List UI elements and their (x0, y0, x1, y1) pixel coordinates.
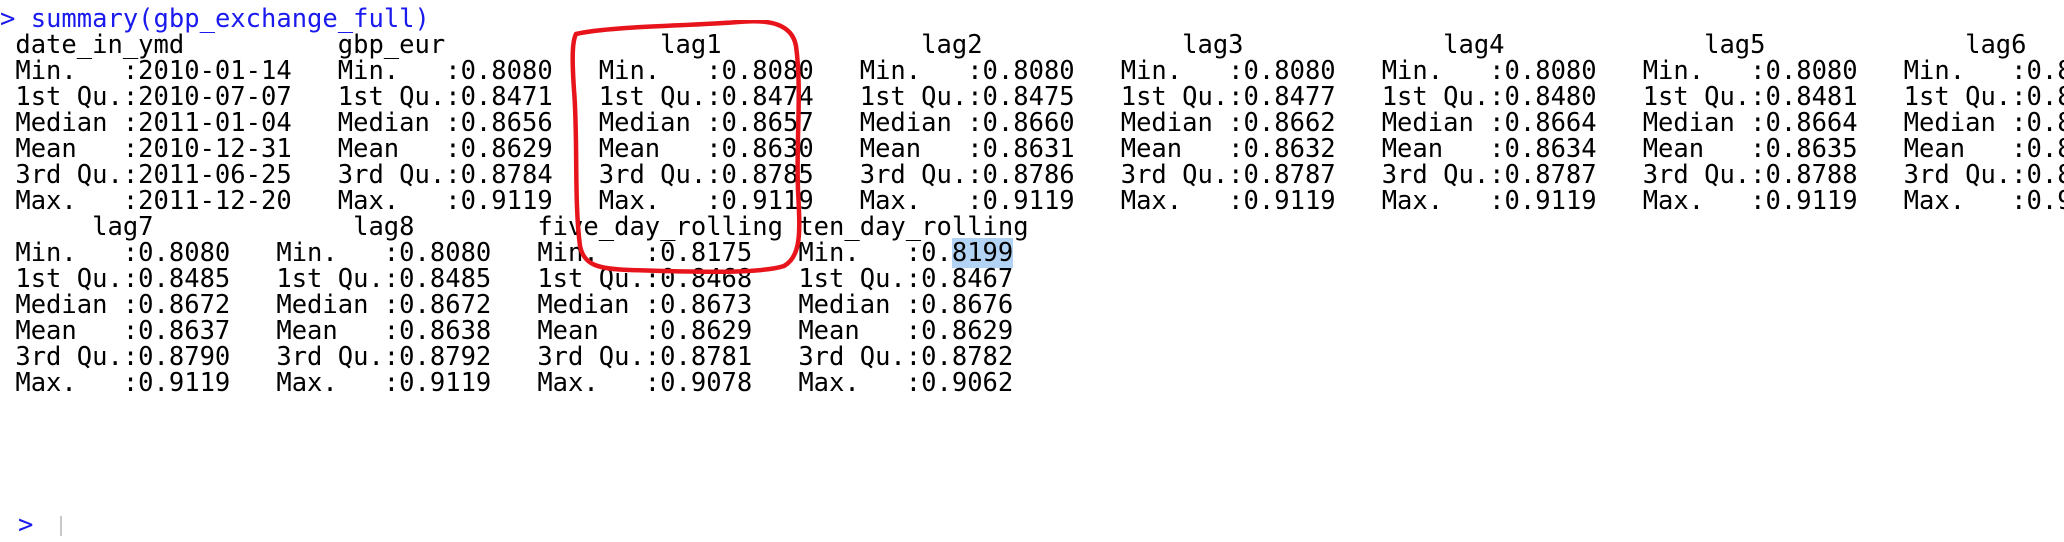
r-console[interactable]: > summary(gbp_exchange_full) date_in_ymd… (0, 0, 2064, 540)
text-cursor (60, 516, 62, 536)
summary-row: Max. :0.9119 Max. :0.9119 Max. :0.9078 M… (0, 368, 1044, 398)
input-prompt[interactable]: > (18, 508, 33, 542)
